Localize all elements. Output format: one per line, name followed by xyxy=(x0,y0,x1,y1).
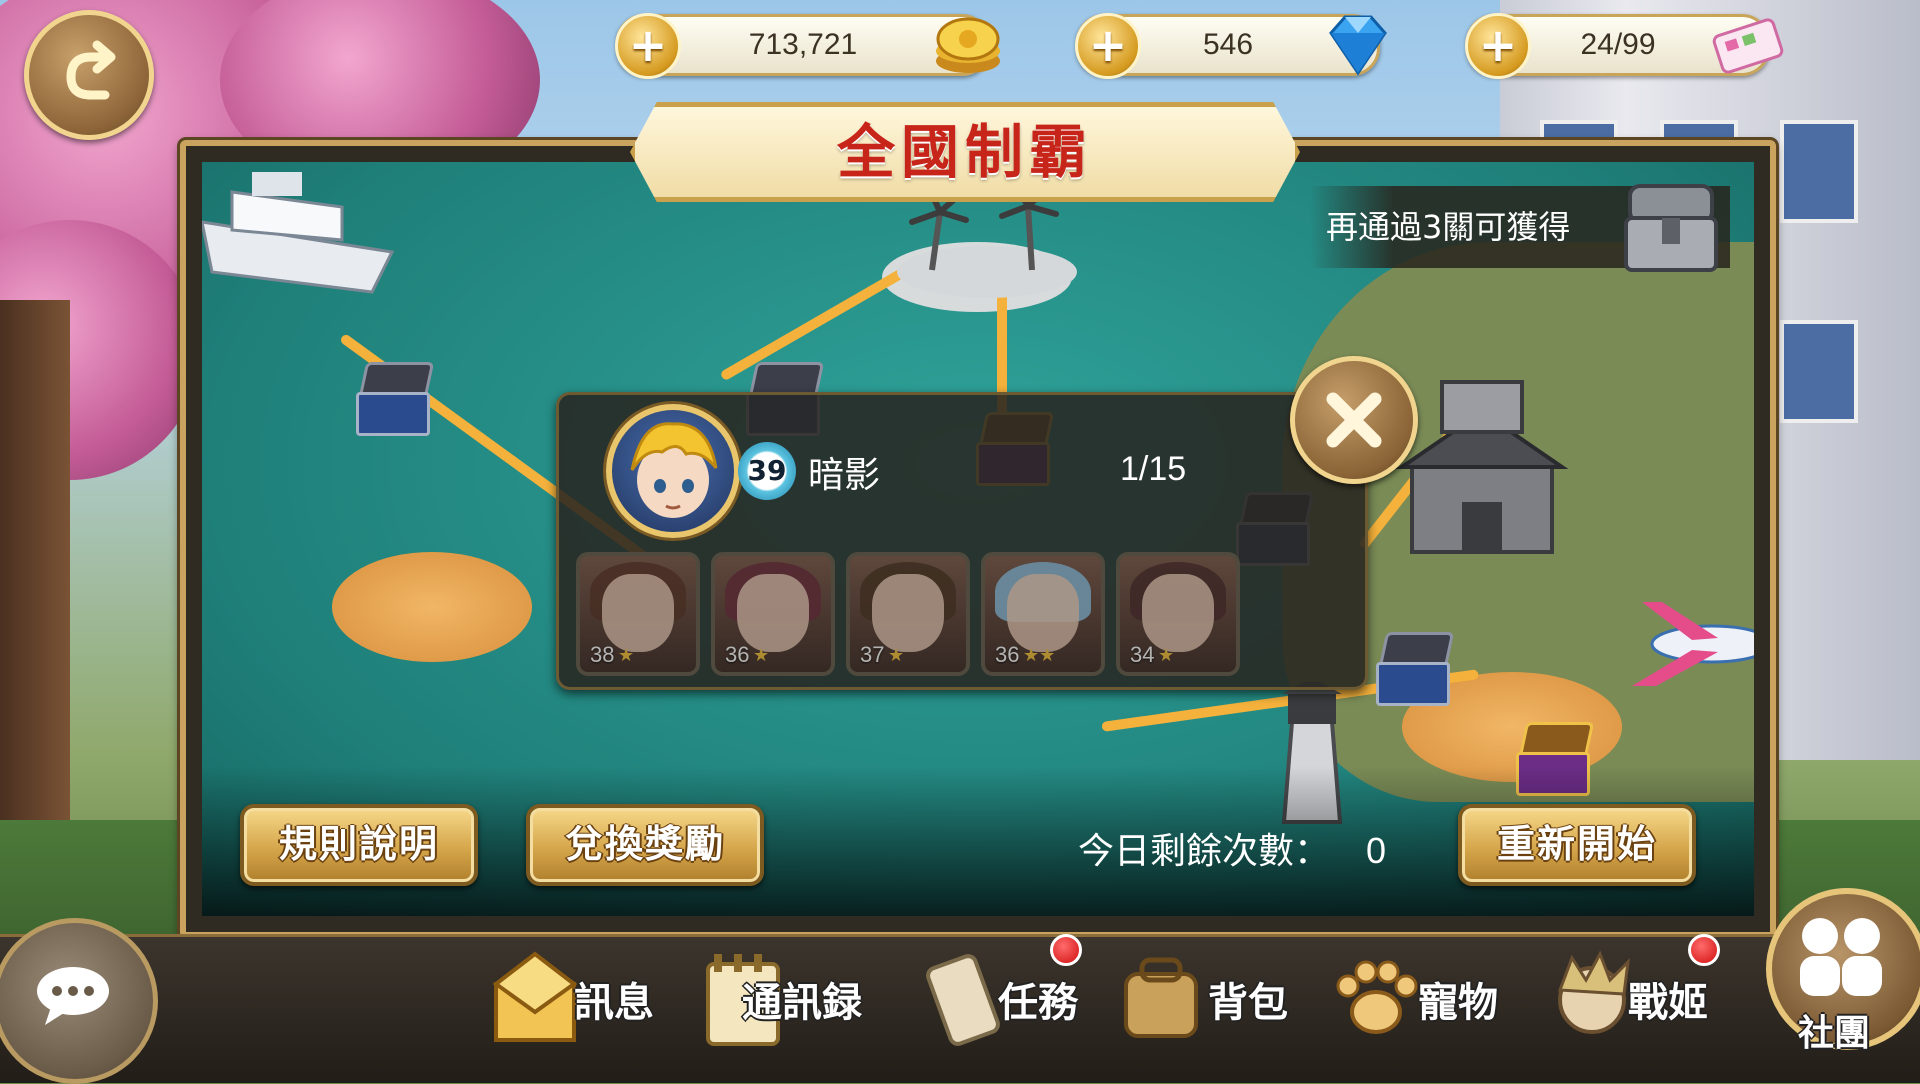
team-member-level: 37 xyxy=(860,642,885,667)
nav-tasks-label: 任務 xyxy=(998,980,1078,1026)
title-banner: 全國制霸 xyxy=(630,102,1300,202)
nav-pets[interactable]: 寵物 xyxy=(1326,950,1506,1050)
star-icon: ★ xyxy=(1158,645,1175,666)
star-icon: ★ xyxy=(618,645,635,666)
team-member-level: 36 xyxy=(725,642,750,667)
opponent-avatar xyxy=(606,404,740,538)
reward-hint-text: 再通過3關可獲得 xyxy=(1326,208,1571,246)
team-member-level: 34 xyxy=(1130,642,1155,667)
reward-hint: 再通過3關可獲得 xyxy=(1310,184,1730,272)
page-title: 全國制霸 xyxy=(836,118,1093,186)
stamina-amount: 24/99 xyxy=(1580,28,1656,61)
gold-resource-bar: + 713,721 xyxy=(615,13,1000,79)
remaining-attempts-label: 今日剩餘次數： xyxy=(1078,831,1331,872)
nav-backpack[interactable]: 背包 xyxy=(1116,950,1296,1050)
star-icon: ★ xyxy=(888,645,905,666)
blue-diamond-icon xyxy=(1329,15,1387,76)
airplane-stage[interactable] xyxy=(1622,582,1754,702)
stamina-resource-bar: + 24/99 xyxy=(1465,13,1784,79)
nav-messages[interactable]: 訊息 xyxy=(490,950,670,1050)
team-member-card[interactable]: 34 ★ xyxy=(1116,552,1240,676)
remaining-attempts-value: 0 xyxy=(1366,830,1387,871)
team-member-card[interactable]: 36 ★ xyxy=(711,552,835,676)
nav-tasks[interactable]: 任務 xyxy=(918,934,1098,1050)
nav-contacts-label: 通訊録 xyxy=(742,980,862,1026)
yacht-stage[interactable] xyxy=(202,162,422,312)
castle-stage[interactable] xyxy=(1392,372,1572,562)
nav-heroines-label: 戰姬 xyxy=(1628,980,1708,1026)
stage-progress: 1/15 xyxy=(1120,450,1187,488)
backpack-icon xyxy=(1124,957,1198,1038)
nav-backpack-label: 背包 xyxy=(1208,980,1288,1026)
team-member-level: 36 xyxy=(995,642,1020,667)
rules-button[interactable]: 規則說明 xyxy=(240,804,478,886)
gold-coin-icon xyxy=(936,17,1000,73)
nav-club[interactable]: 社團 xyxy=(1758,880,1920,1080)
people-icon xyxy=(1800,918,1882,996)
silver-chest-icon[interactable] xyxy=(1616,176,1726,276)
nav-contacts[interactable]: 通訊録 xyxy=(700,950,900,1050)
chat-bubble-icon xyxy=(37,967,109,1025)
gem-amount: 546 xyxy=(1202,28,1254,61)
opponent-level-badge: 39 xyxy=(738,442,796,500)
team-member-card[interactable]: 37 ★ xyxy=(846,552,970,676)
team-member-level: 38 xyxy=(590,642,615,667)
close-panel-button[interactable] xyxy=(1290,356,1418,484)
team-member-card[interactable]: 36 ★★ xyxy=(981,552,1105,676)
gold-amount: 713,721 xyxy=(748,28,858,61)
map-chest[interactable] xyxy=(352,362,435,436)
opponent-name: 暗影 xyxy=(808,455,881,496)
remaining-attempts: 今日剩餘次數： 0 xyxy=(1078,822,1386,874)
nav-club-label: 社團 xyxy=(1798,1013,1871,1054)
paw-icon xyxy=(1336,960,1418,1034)
add-stamina-button[interactable]: + xyxy=(1465,13,1531,79)
nav-messages-label: 訊息 xyxy=(574,980,654,1026)
nav-heroines[interactable]: 戰姬 xyxy=(1546,934,1726,1050)
notification-dot xyxy=(1050,934,1082,966)
map-chest[interactable] xyxy=(1372,632,1455,706)
notification-dot xyxy=(1688,934,1720,966)
restart-button[interactable]: 重新開始 xyxy=(1458,804,1696,886)
opponent-team: 38 ★ 36 ★ 37 ★ 36 ★★ 34 ★ xyxy=(576,552,1240,676)
back-arrow-icon xyxy=(66,40,116,100)
team-member-card[interactable]: 38 ★ xyxy=(576,552,700,676)
close-icon xyxy=(1326,392,1382,448)
ticket-box-icon xyxy=(1712,18,1784,74)
star-icon: ★ xyxy=(753,645,770,666)
exchange-rewards-button[interactable]: 兌換獎勵 xyxy=(526,804,764,886)
nav-pets-label: 寵物 xyxy=(1418,980,1498,1026)
back-button[interactable] xyxy=(24,10,154,140)
add-gold-button[interactable]: + xyxy=(615,13,681,79)
add-gems-button[interactable]: + xyxy=(1075,13,1141,79)
gem-resource-bar: + 546 xyxy=(1075,13,1387,79)
star-icon: ★★ xyxy=(1023,645,1056,666)
